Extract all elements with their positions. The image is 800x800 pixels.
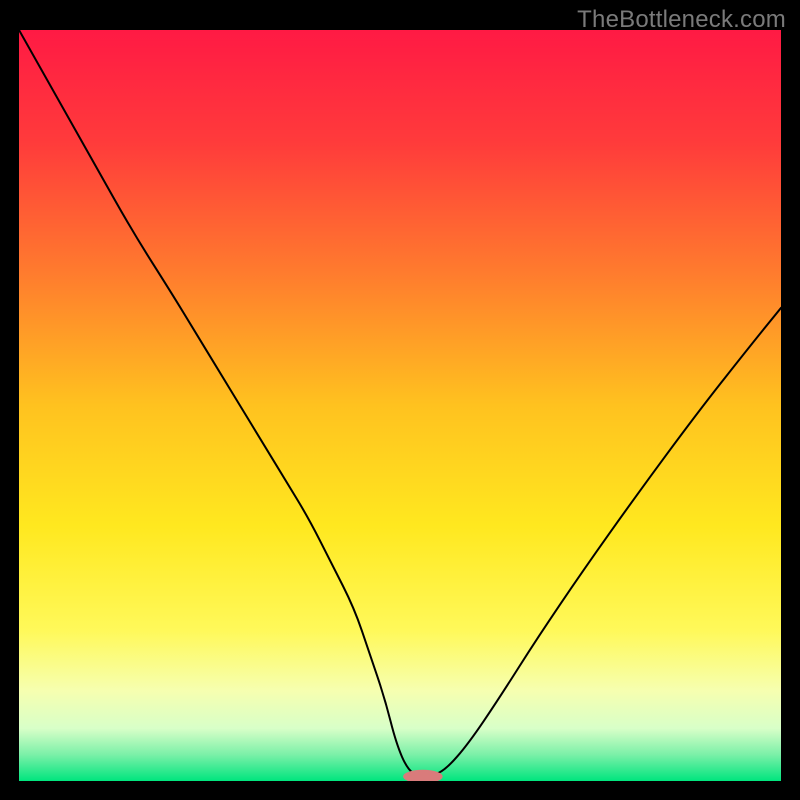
watermark-text: TheBottleneck.com: [577, 6, 786, 34]
gradient-background: [19, 30, 781, 781]
chart-svg: [19, 30, 781, 781]
plot-area: [19, 30, 781, 781]
chart-frame: TheBottleneck.com: [0, 0, 800, 800]
